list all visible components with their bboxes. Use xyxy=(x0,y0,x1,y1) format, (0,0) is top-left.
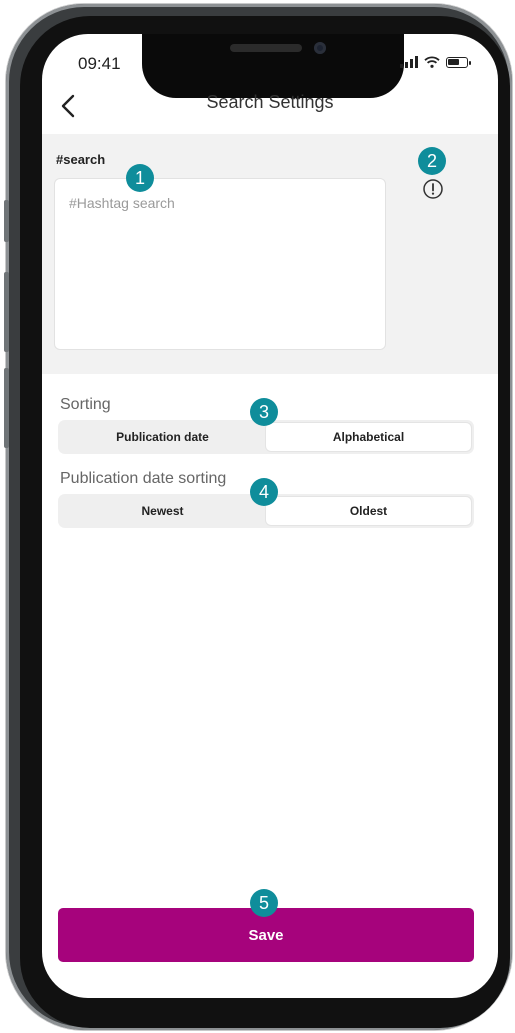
phone-volume-up xyxy=(4,272,9,352)
annotation-badge-1: 1 xyxy=(126,164,154,192)
app-screen: 09:41 Search Settings #search Sorting Pu… xyxy=(42,34,498,998)
annotation-badge-2: 2 xyxy=(418,147,446,175)
battery-icon xyxy=(446,57,471,68)
signal-icon xyxy=(400,56,418,68)
date-sorting-label: Publication date sorting xyxy=(60,470,227,487)
page-title: Search Settings xyxy=(206,92,334,112)
date-sorting-option-newest[interactable]: Newest xyxy=(60,496,265,526)
status-icons xyxy=(400,56,471,68)
phone-volume-down xyxy=(4,368,9,448)
phone-notch xyxy=(142,34,404,98)
search-label: #search xyxy=(56,152,106,167)
speaker-grille xyxy=(230,44,302,52)
wifi-icon xyxy=(424,56,440,68)
sorting-option-alphabetical[interactable]: Alphabetical xyxy=(265,422,472,452)
annotation-badge-4: 4 xyxy=(250,478,278,506)
hashtag-search-input[interactable] xyxy=(54,178,386,350)
annotation-badge-3: 3 xyxy=(250,398,278,426)
date-sorting-option-oldest[interactable]: Oldest xyxy=(265,496,472,526)
annotation-badge-5: 5 xyxy=(250,889,278,917)
exclamation-circle-icon[interactable] xyxy=(422,178,444,200)
sorting-label: Sorting xyxy=(60,396,111,413)
front-camera xyxy=(314,42,326,54)
sorting-option-publication-date[interactable]: Publication date xyxy=(60,422,265,452)
status-time: 09:41 xyxy=(78,54,121,73)
phone-mute-switch xyxy=(4,200,9,242)
